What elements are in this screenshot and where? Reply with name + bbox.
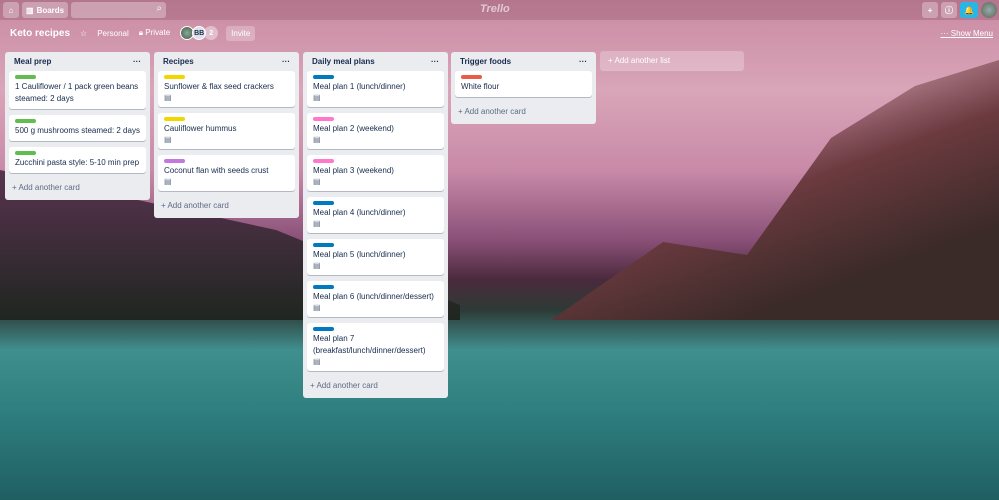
trello-logo[interactable]: Trello bbox=[480, 3, 510, 15]
card-label[interactable] bbox=[15, 119, 36, 123]
description-icon: ▤ bbox=[164, 93, 172, 102]
card-title: Cauliflower hummus bbox=[164, 124, 237, 133]
card[interactable]: 1 Cauliflower / 1 pack green beans steam… bbox=[9, 71, 146, 109]
search-input[interactable]: ⌕ bbox=[71, 2, 167, 18]
card-title: Meal plan 7 (breakfast/lunch/dinner/dess… bbox=[313, 334, 426, 355]
card[interactable]: Meal plan 2 (weekend) ▤ bbox=[307, 113, 444, 149]
description-icon: ▤ bbox=[164, 177, 172, 186]
card[interactable]: Meal plan 1 (lunch/dinner) ▤ bbox=[307, 71, 444, 107]
card[interactable]: Coconut flan with seeds crust ▤ bbox=[158, 155, 295, 191]
list-header: Recipes ··· bbox=[158, 52, 295, 71]
list: Daily meal plans ··· Meal plan 1 (lunch/di… bbox=[303, 52, 448, 398]
show-menu-button[interactable]: ··· Show Menu bbox=[941, 29, 993, 38]
card-title: Meal plan 1 (lunch/dinner) bbox=[313, 82, 406, 91]
card-label[interactable] bbox=[164, 159, 185, 163]
card-label[interactable] bbox=[15, 151, 36, 155]
card-label[interactable] bbox=[313, 201, 334, 205]
list: Trigger foods ··· White flour + Add another… bbox=[451, 52, 596, 124]
card[interactable]: Meal plan 6 (lunch/dinner/dessert) ▤ bbox=[307, 281, 444, 317]
list-title[interactable]: Daily meal plans bbox=[312, 57, 375, 66]
list-header: Meal prep ··· bbox=[9, 52, 146, 71]
card[interactable]: Cauliflower hummus ▤ bbox=[158, 113, 295, 149]
card-label[interactable] bbox=[313, 327, 334, 331]
card[interactable]: Meal plan 7 (breakfast/lunch/dinner/dess… bbox=[307, 323, 444, 371]
card[interactable]: 500 g mushrooms steamed: 2 days bbox=[9, 115, 146, 141]
board-header: Keto recipes ☆ Personal 🔒︎ Private BB 2 … bbox=[10, 24, 993, 42]
card[interactable]: Meal plan 4 (lunch/dinner) ▤ bbox=[307, 197, 444, 233]
list-title[interactable]: Recipes bbox=[163, 57, 194, 66]
description-icon: ▤ bbox=[313, 303, 321, 312]
description-icon: ▤ bbox=[313, 93, 321, 102]
card-title: Meal plan 6 (lunch/dinner/dessert) bbox=[313, 292, 434, 301]
home-button[interactable]: ⌂ bbox=[3, 2, 19, 18]
card[interactable]: Meal plan 3 (weekend) ▤ bbox=[307, 155, 444, 191]
add-button[interactable]: + bbox=[922, 2, 939, 18]
list-menu-icon[interactable]: ··· bbox=[579, 57, 587, 66]
card[interactable]: Sunflower & flax seed crackers ▤ bbox=[158, 71, 295, 107]
description-icon: ▤ bbox=[313, 135, 321, 144]
star-icon[interactable]: ☆ bbox=[80, 29, 87, 38]
add-list-button[interactable]: + Add another list bbox=[600, 51, 744, 71]
card-title: Coconut flan with seeds crust bbox=[164, 166, 269, 175]
boards-button[interactable]: ▥ Boards bbox=[22, 2, 69, 18]
card[interactable]: White flour bbox=[455, 71, 592, 97]
card-title: Meal plan 3 (weekend) bbox=[313, 166, 394, 175]
user-avatar[interactable] bbox=[981, 2, 997, 18]
list-menu-icon[interactable]: ··· bbox=[133, 57, 141, 66]
description-icon: ▤ bbox=[164, 135, 172, 144]
card-label[interactable] bbox=[164, 117, 185, 121]
description-icon: ▤ bbox=[313, 357, 321, 366]
list-title[interactable]: Meal prep bbox=[14, 57, 51, 66]
add-card-button[interactable]: + Add another card bbox=[158, 197, 295, 214]
card-label[interactable] bbox=[461, 75, 482, 79]
card-label[interactable] bbox=[15, 75, 36, 79]
list-header: Trigger foods ··· bbox=[455, 52, 592, 71]
board-title[interactable]: Keto recipes bbox=[10, 28, 70, 39]
list: Recipes ··· Sunflower & flax seed crackers… bbox=[154, 52, 299, 218]
card[interactable]: Meal plan 5 (lunch/dinner) ▤ bbox=[307, 239, 444, 275]
card[interactable]: Zucchini pasta style: 5-10 min prep bbox=[9, 147, 146, 173]
team-button[interactable]: Personal bbox=[97, 29, 129, 38]
card-label[interactable] bbox=[313, 117, 334, 121]
info-button[interactable]: ⓘ bbox=[941, 2, 958, 18]
card-label[interactable] bbox=[313, 159, 334, 163]
card-label[interactable] bbox=[313, 75, 334, 79]
card-title: Meal plan 2 (weekend) bbox=[313, 124, 394, 133]
card-title: White flour bbox=[461, 82, 500, 91]
card-title: Meal plan 4 (lunch/dinner) bbox=[313, 208, 406, 217]
visibility-button[interactable]: 🔒︎ Private bbox=[139, 28, 170, 38]
card-title: Sunflower & flax seed crackers bbox=[164, 82, 274, 91]
top-bar: ⌂ ▥ Boards ⌕ Trello + ⓘ 🔔 bbox=[0, 0, 999, 20]
card-title: Meal plan 5 (lunch/dinner) bbox=[313, 250, 406, 259]
add-card-button[interactable]: + Add another card bbox=[307, 377, 444, 394]
notifications-button[interactable]: 🔔 bbox=[960, 2, 978, 18]
show-menu-label: Show Menu bbox=[950, 28, 993, 38]
description-icon: ▤ bbox=[313, 261, 321, 270]
add-card-button[interactable]: + Add another card bbox=[9, 179, 146, 196]
card-title: Zucchini pasta style: 5-10 min prep bbox=[15, 158, 140, 167]
add-card-button[interactable]: + Add another card bbox=[455, 103, 592, 120]
visibility-label: Private bbox=[145, 28, 171, 37]
card-title: 1 Cauliflower / 1 pack green beans steam… bbox=[15, 82, 139, 103]
list-title[interactable]: Trigger foods bbox=[460, 57, 511, 66]
description-icon: ▤ bbox=[313, 177, 321, 186]
list-menu-icon[interactable]: ··· bbox=[431, 57, 439, 66]
home-icon: ⌂ bbox=[8, 5, 14, 15]
invite-button[interactable]: Invite bbox=[226, 25, 256, 41]
description-icon: ▤ bbox=[313, 219, 321, 228]
members: BB 2 bbox=[180, 26, 219, 40]
boards-icon: ▥ bbox=[26, 5, 34, 15]
member-count[interactable]: 2 bbox=[204, 26, 219, 40]
list-header: Daily meal plans ··· bbox=[307, 52, 444, 71]
search-icon: ⌕ bbox=[156, 3, 163, 14]
card-label[interactable] bbox=[164, 75, 185, 79]
card-label[interactable] bbox=[313, 285, 334, 289]
list-menu-icon[interactable]: ··· bbox=[282, 57, 290, 66]
card-label[interactable] bbox=[313, 243, 334, 247]
list: Meal prep ··· 1 Cauliflower / 1 pack green… bbox=[5, 52, 150, 200]
boards-label: Boards bbox=[36, 5, 65, 15]
card-title: 500 g mushrooms steamed: 2 days bbox=[15, 126, 140, 135]
